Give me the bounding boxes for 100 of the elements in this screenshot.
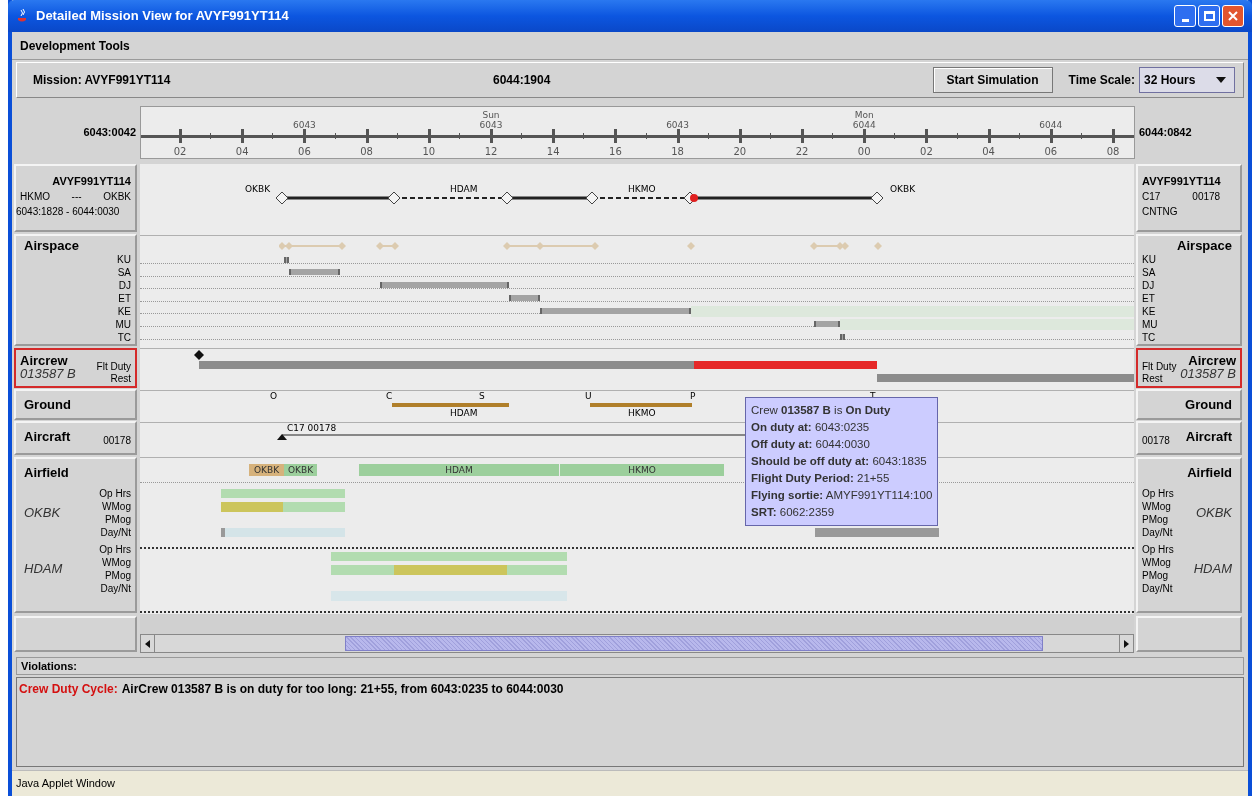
hour-label: 10 bbox=[421, 144, 437, 158]
start-simulation-button[interactable]: Start Simulation bbox=[932, 67, 1053, 93]
ground-station-label: HDAM bbox=[450, 408, 478, 418]
airspace-code: KU bbox=[1142, 253, 1157, 266]
airfield-row-label: Day/Nt bbox=[100, 581, 131, 595]
close-icon bbox=[1228, 11, 1238, 21]
airfield-row-label: Op Hrs bbox=[1142, 486, 1174, 500]
caret-icon bbox=[1216, 77, 1226, 83]
airfield-tag: OKBK bbox=[284, 464, 317, 476]
origin-code: HKMO bbox=[20, 190, 50, 204]
panel-title: Ground bbox=[23, 395, 72, 414]
mission-status: CNTNG bbox=[1142, 205, 1179, 219]
airfield-row-label: Day/Nt bbox=[1142, 525, 1173, 539]
duty-row-label: Rest bbox=[110, 373, 131, 385]
duty-row-label: Flt Duty bbox=[96, 361, 131, 373]
time-scale-label: Time Scale: bbox=[1068, 72, 1135, 89]
airspace-code: KE bbox=[1142, 305, 1157, 318]
horizontal-scrollbar[interactable] bbox=[140, 634, 1134, 653]
crew-id: 013587 B bbox=[1180, 367, 1236, 380]
airfield-name: OKBK bbox=[1194, 503, 1233, 522]
crew-id: 013587 B bbox=[20, 367, 76, 380]
violations-title: Violations: bbox=[21, 658, 78, 674]
current-time: 6044:1904 bbox=[493, 72, 551, 89]
time-scale-dropdown[interactable]: 32 Hours bbox=[1139, 67, 1235, 93]
hour-label: 00 bbox=[856, 144, 872, 158]
airfield-tag: HKMO bbox=[560, 464, 724, 476]
route-stop-label: OKBK bbox=[245, 184, 271, 194]
airfield-row-label: Op Hrs bbox=[99, 542, 131, 556]
date-label: 6044 bbox=[852, 119, 876, 130]
airspace-code: ET bbox=[117, 292, 131, 305]
timeline-start-time: 6043:0042 bbox=[82, 124, 137, 140]
hour-label: 06 bbox=[1043, 144, 1059, 158]
airfield-row-label: Day/Nt bbox=[100, 525, 131, 539]
tail-number: 00178 bbox=[103, 433, 131, 448]
duty-row-label: Rest bbox=[1142, 373, 1163, 385]
date-label: 6043 bbox=[292, 119, 316, 130]
duty-row-label: Flt Duty bbox=[1142, 361, 1177, 373]
mission-id: AVYF991YT114 bbox=[1142, 174, 1222, 189]
wmog-bar bbox=[221, 502, 283, 512]
airspace-code: KU bbox=[116, 253, 131, 266]
hour-label: 04 bbox=[981, 144, 996, 158]
airfield-name: HDAM bbox=[23, 559, 64, 578]
airspace-code: DJ bbox=[117, 279, 131, 292]
airspace-code: SA bbox=[1142, 266, 1157, 279]
airfield-row-label: PMog bbox=[104, 568, 131, 582]
tooltip-line: Flight Duty Period: 21+55 bbox=[751, 471, 891, 486]
ground-event-label: O bbox=[270, 391, 278, 401]
ground-event-label: U bbox=[585, 391, 592, 401]
airfield-tag: OKBK bbox=[249, 464, 284, 476]
mission-id: AVYF991YT114 bbox=[51, 174, 131, 189]
panel-title: Aircraft bbox=[23, 428, 72, 446]
close-button[interactable] bbox=[1222, 5, 1244, 27]
tooltip-line: SRT: 6062:2359 bbox=[751, 505, 836, 520]
hour-label: 02 bbox=[172, 144, 188, 158]
route-stop-label: HKMO bbox=[628, 184, 656, 194]
maximize-icon bbox=[1203, 11, 1215, 21]
hour-label: 08 bbox=[1105, 144, 1121, 158]
airspace-code: SA bbox=[116, 266, 131, 279]
airfield-row-label: PMog bbox=[104, 512, 131, 526]
tail-number: 00178 bbox=[1142, 433, 1170, 448]
hour-label: 22 bbox=[794, 144, 810, 158]
airspace-code: MU bbox=[1142, 318, 1159, 331]
menu-item[interactable]: Development Tools bbox=[20, 36, 130, 55]
minimize-button[interactable] bbox=[1174, 5, 1196, 27]
airfield-row-label: Op Hrs bbox=[99, 486, 131, 500]
panel-title: Ground bbox=[1184, 395, 1233, 414]
tail-number: 00178 bbox=[1192, 190, 1221, 204]
panel-title: Airfield bbox=[23, 464, 70, 482]
hour-label: 16 bbox=[608, 144, 623, 158]
panel-title: Airspace bbox=[1176, 238, 1233, 253]
scroll-thumb[interactable] bbox=[345, 636, 1043, 651]
date-label: 6043 bbox=[666, 119, 690, 130]
airfield-row-label: WMog bbox=[1142, 499, 1171, 513]
panel-title: Aircrew bbox=[1188, 354, 1236, 367]
airspace-code: MU bbox=[114, 318, 131, 331]
airfield-row-label: Day/Nt bbox=[1142, 581, 1173, 595]
current-position-marker bbox=[690, 194, 698, 202]
violation-category: Crew Duty Cycle: bbox=[19, 681, 118, 698]
panel-title: Aircraft bbox=[1184, 428, 1233, 446]
airspace-code: TC bbox=[1142, 331, 1157, 344]
airfield-row-label: PMog bbox=[1142, 568, 1169, 582]
airspace-code: TC bbox=[116, 331, 131, 344]
maximize-button[interactable] bbox=[1198, 5, 1220, 27]
airfield-name: OKBK bbox=[23, 503, 62, 522]
hour-label: 02 bbox=[919, 144, 934, 158]
destination-code: OKBK bbox=[103, 190, 131, 204]
hour-label: 06 bbox=[297, 144, 312, 158]
mission-label: Mission: AVYF991YT114 bbox=[33, 72, 172, 89]
hour-label: 08 bbox=[359, 144, 374, 158]
violation-message: AirCrew 013587 B is on duty for too long: 21+55, from 6043:0235 to 6044:0030 bbox=[121, 681, 564, 698]
ground-event-label: S bbox=[479, 391, 485, 401]
app-icon bbox=[16, 8, 28, 24]
status-text: Java Applet Window bbox=[16, 776, 116, 792]
hour-label: 20 bbox=[732, 144, 748, 158]
hour-label: 14 bbox=[545, 144, 561, 158]
hour-label: 04 bbox=[234, 144, 250, 158]
ground-event-label: P bbox=[690, 391, 696, 401]
weekday-label: Sun bbox=[482, 109, 500, 120]
panel-title: Airspace bbox=[23, 238, 80, 253]
airfield-row-label: WMog bbox=[1142, 555, 1171, 569]
